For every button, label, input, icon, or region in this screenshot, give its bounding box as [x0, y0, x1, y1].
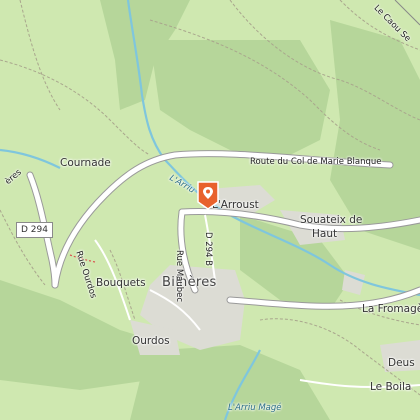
bilheres-label: Bilhères [162, 275, 217, 290]
arriu-mage-label: L'Arriu Magé [228, 403, 282, 413]
bouquets-label: Bouquets [96, 277, 146, 289]
cournade-label: Cournade [60, 157, 111, 169]
rue-maubec-label: Rue Maubec [174, 250, 184, 303]
route-col-label: Route du Col de Marie Blanque [250, 157, 382, 167]
le-boila-label: Le Boila [370, 381, 412, 393]
d294b-label: D 294 B [203, 232, 213, 267]
map-layer [0, 0, 420, 420]
souateix-label: Souateix de [300, 214, 363, 226]
edge-line [394, 0, 420, 26]
haut-label: Haut [312, 228, 338, 240]
la-fromage-label: La Fromagè [362, 303, 420, 315]
deus-label: Deus [388, 357, 415, 369]
map-pin-icon[interactable] [196, 180, 220, 210]
ourdos-label: Ourdos [132, 335, 170, 347]
map-view[interactable]: Route du Col de Marie Blanque Cournade L… [0, 0, 420, 420]
d294-shield: D 294 [16, 222, 53, 238]
